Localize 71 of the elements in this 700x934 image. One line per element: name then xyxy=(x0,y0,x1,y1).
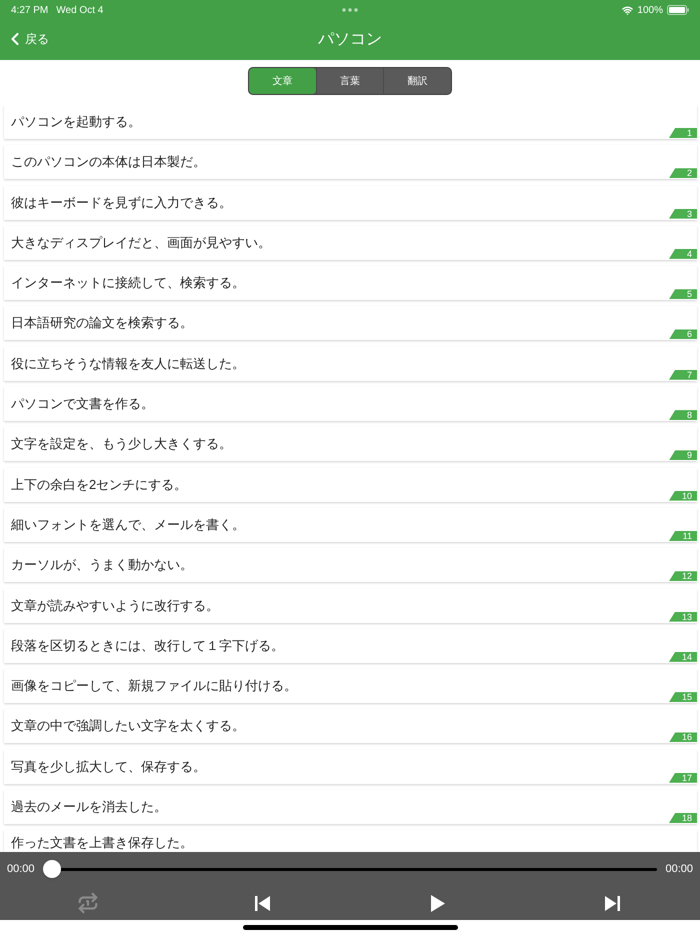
number-badge: 14 xyxy=(669,652,697,662)
sentence-row[interactable]: 日本語研究の論文を検索する。 6 xyxy=(4,306,697,340)
sentence-text: 画像をコピーして、新規ファイルに貼り付ける。 xyxy=(11,678,297,694)
number-badge: 12 xyxy=(669,571,697,582)
sentence-text: 過去のメールを消去した。 xyxy=(11,799,167,816)
wifi-icon xyxy=(622,4,634,16)
number-badge: 17 xyxy=(669,772,697,783)
skip-next-icon[interactable] xyxy=(605,896,620,910)
sentence-row[interactable]: このパソコンの本体は日本製だ。 2 xyxy=(4,145,697,180)
sentence-text: 段落を区切るときには、改行して１字下げる。 xyxy=(11,638,284,654)
number-badge: 15 xyxy=(669,692,697,702)
sentence-text: インターネットに接続して、検索する。 xyxy=(11,275,245,292)
sentence-row[interactable]: 写真を少し拡大して、保存する。 17 xyxy=(4,750,697,784)
sentence-text: このパソコンの本体は日本製だ。 xyxy=(11,154,206,170)
number-badge: 2 xyxy=(669,168,697,178)
sentence-row[interactable]: 文章の中で強調したい文字を太くする。 16 xyxy=(4,709,697,744)
sentence-row[interactable]: 文字を設定を、もう少し大きくする。 9 xyxy=(4,427,697,462)
sentence-text: 作った文書を上書き保存した。 xyxy=(11,835,193,852)
sentence-text: パソコンを起動する。 xyxy=(11,114,141,130)
sentence-row[interactable]: 段落を区切るときには、改行して１字下げる。 14 xyxy=(4,628,697,663)
three-dots-icon[interactable] xyxy=(342,8,358,12)
sentence-text: 細いフォントを選んで、メールを書く。 xyxy=(11,516,245,533)
sentence-row[interactable]: インターネットに接続して、検索する。 5 xyxy=(4,266,697,300)
number-badge: 10 xyxy=(669,490,697,501)
number-badge: 16 xyxy=(669,732,697,742)
sentence-row[interactable]: 細いフォントを選んで、メールを書く。 11 xyxy=(4,508,697,542)
sentence-row[interactable]: パソコンで文書を作る。 8 xyxy=(4,387,697,422)
number-badge: 4 xyxy=(669,248,697,259)
sentence-row[interactable]: 上下の余白を2センチにする。 10 xyxy=(4,468,697,502)
segment-tab[interactable]: 翻訳 xyxy=(383,68,451,94)
battery-icon xyxy=(667,5,689,15)
page-title: パソコン xyxy=(318,30,382,50)
number-badge: 13 xyxy=(669,612,697,622)
number-badge: 7 xyxy=(669,370,697,380)
sentence-row[interactable]: カーソルが、うまく動かない。 12 xyxy=(4,548,697,582)
sentence-row[interactable]: 文章が読みやすいように改行する。 13 xyxy=(4,588,697,623)
total-time: 00:00 xyxy=(664,862,693,877)
sentence-text: 文章が読みやすいように改行する。 xyxy=(11,598,219,614)
progress-thumb[interactable] xyxy=(43,860,61,878)
sentence-text: カーソルが、うまく動かない。 xyxy=(11,557,193,574)
sentence-row[interactable]: 役に立ちそうな情報を友人に転送した。 7 xyxy=(4,346,697,381)
number-badge: 1 xyxy=(669,128,697,138)
sentence-row[interactable]: 大きなディスプレイだと、画面が見やすい。 4 xyxy=(4,226,697,260)
number-badge: 8 xyxy=(669,410,697,420)
sentence-text: 日本語研究の論文を検索する。 xyxy=(11,315,193,332)
number-badge: 9 xyxy=(669,450,697,460)
battery-percent: 100% xyxy=(637,4,663,18)
sentence-row[interactable]: 作った文書を上書き保存した。 xyxy=(4,830,697,852)
sentence-text: パソコンで文書を作る。 xyxy=(11,396,154,412)
sentence-row[interactable]: 画像をコピーして、新規ファイルに貼り付ける。 15 xyxy=(4,669,697,704)
sentence-row[interactable]: パソコンを起動する。 1 xyxy=(4,105,697,139)
sentence-text: 文章の中で強調したい文字を太くする。 xyxy=(11,718,245,734)
sentence-text: 文字を設定を、もう少し大きくする。 xyxy=(11,436,232,452)
sentence-text: 彼はキーボードを見ずに入力できる。 xyxy=(11,194,232,211)
sentence-text: 役に立ちそうな情報を友人に転送した。 xyxy=(11,356,245,372)
play-icon[interactable] xyxy=(430,894,444,912)
status-date: Wed Oct 4 xyxy=(56,4,104,18)
skip-previous-icon[interactable] xyxy=(255,896,270,910)
number-badge: 5 xyxy=(669,289,697,300)
number-badge: 6 xyxy=(669,329,697,340)
sentence-text: 大きなディスプレイだと、画面が見やすい。 xyxy=(11,234,271,251)
sentence-text: 写真を少し拡大して、保存する。 xyxy=(11,758,206,775)
number-badge: 18 xyxy=(669,813,697,824)
sentence-text: 上下の余白を2センチにする。 xyxy=(11,476,188,493)
number-badge: 11 xyxy=(669,530,697,541)
progress-track[interactable] xyxy=(43,860,657,878)
number-badge: 3 xyxy=(669,208,697,219)
sentence-row[interactable]: 過去のメールを消去した。 18 xyxy=(4,790,697,824)
sentence-row[interactable]: 彼はキーボードを見ずに入力できる。 3 xyxy=(4,186,697,220)
elapsed-time: 00:00 xyxy=(7,862,36,877)
status-time: 4:27 PM xyxy=(11,4,48,18)
